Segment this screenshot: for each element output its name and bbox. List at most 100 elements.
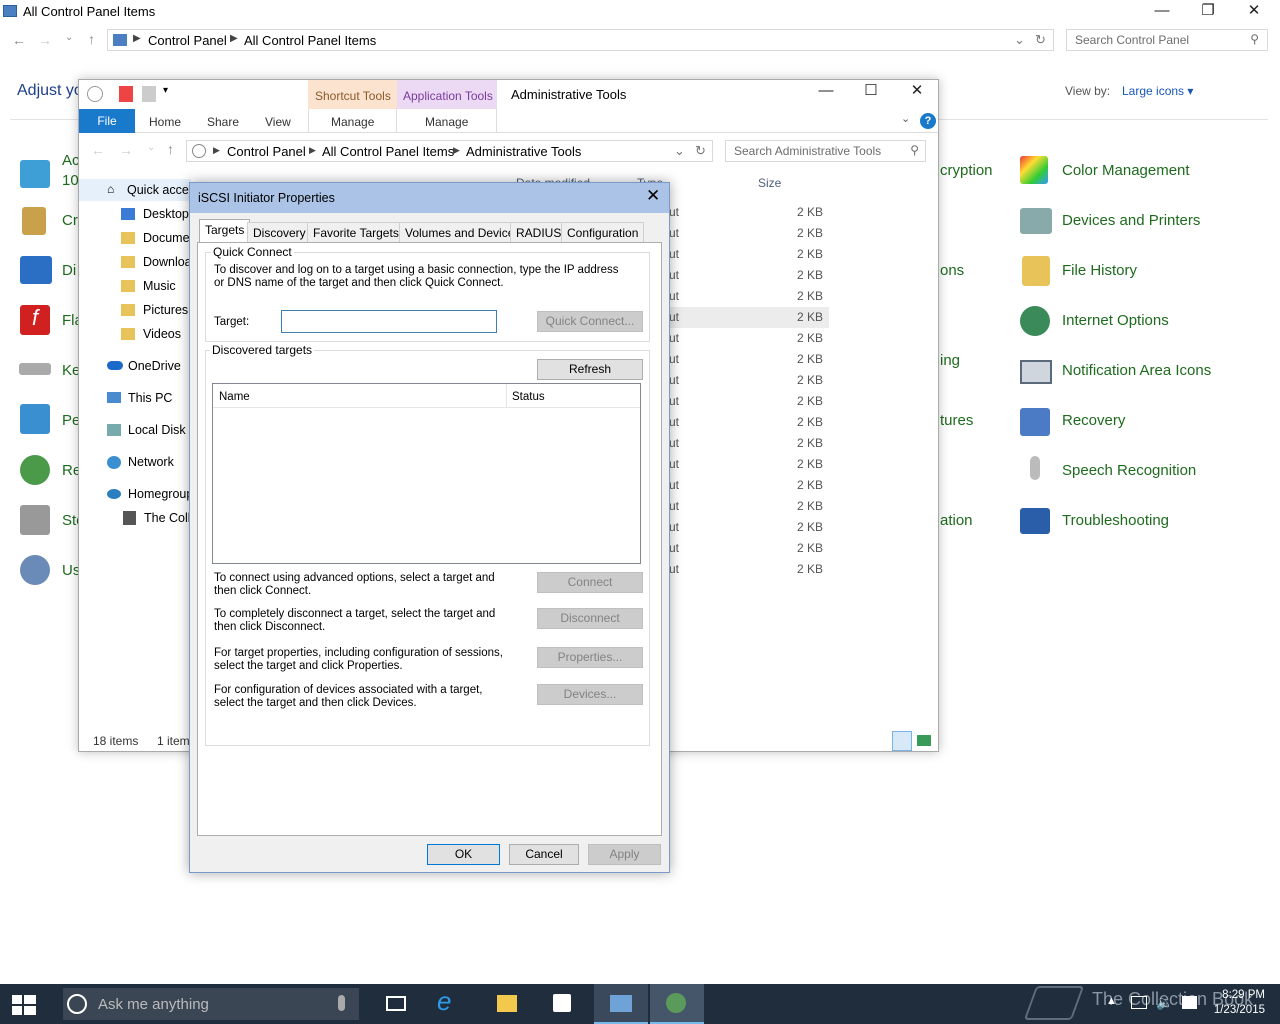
breadcrumb-control-panel[interactable]: Control Panel [148,33,227,48]
nav-item-quick-access[interactable]: ⌂ Quick acces [79,179,195,201]
cp-item-label[interactable]: Di [62,262,76,279]
file-row[interactable]: ut 2 KB [659,454,829,475]
close-button[interactable]: ✕ [894,80,940,104]
quick-connect-button[interactable]: Quick Connect... [537,311,643,332]
file-row[interactable]: ut 2 KB [659,223,829,244]
cp-item-label[interactable]: tures [940,412,973,429]
file-row[interactable]: ut 2 KB [659,433,829,454]
file-row[interactable]: ut 2 KB [659,538,829,559]
cp-item-label[interactable]: cryption [940,162,993,179]
network-tray-icon[interactable] [1131,996,1147,1009]
help-icon[interactable]: ? [920,113,936,129]
at-address-bar[interactable]: ▶ Control Panel ▶ All Control Panel Item… [186,140,713,162]
dropdown-chevron-icon[interactable]: ⌄ [674,143,685,159]
cp-item-label[interactable]: ing [940,352,960,369]
qat-dropdown-icon[interactable]: ▾ [163,85,168,96]
tab-file[interactable]: File [79,109,135,133]
file-row[interactable]: ut 2 KB [659,412,829,433]
details-view-icon[interactable] [892,731,912,751]
cp-item-label[interactable]: 10 [62,172,79,189]
taskbar-admin-tools[interactable] [650,984,704,1024]
column-name[interactable]: Name [219,391,250,404]
file-row[interactable]: ut 2 KB [659,328,829,349]
action-center-icon[interactable] [1182,996,1197,1009]
tab-favorite-targets[interactable]: Favorite Targets [307,222,405,242]
tab-configuration[interactable]: Configuration [561,222,645,242]
column-status[interactable]: Status [512,391,545,404]
cp-item-label[interactable]: Ac [62,152,80,169]
breadcrumb-admin-tools[interactable]: Administrative Tools [466,144,581,159]
file-row[interactable]: ut 2 KB [659,517,829,538]
tab-share[interactable]: Share [207,115,239,129]
tab-radius[interactable]: RADIUS [510,222,568,242]
file-row[interactable]: ut 2 KB [659,286,829,307]
show-hidden-icons[interactable]: ▲ [1106,995,1117,1007]
tab-manage-shortcut[interactable]: Manage [308,109,397,133]
maximize-button[interactable]: ☐ [848,80,894,104]
disconnect-button[interactable]: Disconnect [537,608,643,629]
file-row[interactable]: ut 2 KB [659,559,829,580]
recent-chevron-icon[interactable]: ⌄ [147,142,155,153]
refresh-icon[interactable]: ↻ [695,143,706,159]
close-icon[interactable]: ✕ [646,186,660,206]
breadcrumb-control-panel[interactable]: Control Panel [227,144,306,159]
file-row[interactable]: ut 2 KB [659,496,829,517]
tab-targets[interactable]: Targets [199,219,251,243]
edge-icon[interactable]: e [437,986,451,1017]
close-button[interactable]: ✕ [1231,0,1277,24]
tab-view[interactable]: View [265,115,291,129]
taskbar-control-panel[interactable] [594,984,648,1024]
view-by-dropdown[interactable]: Large icons ▾ [1122,84,1193,98]
apply-button[interactable]: Apply [588,844,661,865]
connect-button[interactable]: Connect [537,572,643,593]
target-input[interactable] [281,310,497,333]
start-button[interactable] [0,984,48,1024]
properties-icon[interactable] [119,86,133,102]
clock[interactable]: 8:29 PM 1/23/2015 [1205,988,1265,1018]
refresh-button[interactable]: Refresh [537,359,643,380]
new-folder-icon[interactable] [142,86,156,102]
back-icon[interactable]: ← [12,32,26,48]
up-icon[interactable]: ↑ [167,141,174,157]
refresh-icon[interactable]: ↻ [1035,32,1046,48]
breadcrumb-all-items[interactable]: All Control Panel Items [244,33,376,48]
devices-button[interactable]: Devices... [537,684,643,705]
properties-button[interactable]: Properties... [537,647,643,668]
task-view-icon[interactable] [386,996,406,1011]
minimize-button[interactable]: — [1139,0,1185,24]
column-size[interactable]: Size [758,176,781,190]
file-row[interactable]: ut 2 KB [659,265,829,286]
tab-manage-application[interactable]: Manage [397,109,497,133]
tab-discovery[interactable]: Discovery [247,222,312,242]
ok-button[interactable]: OK [427,844,500,865]
large-icons-view-icon[interactable] [917,735,931,746]
breadcrumb-all-items[interactable]: All Control Panel Items [322,144,454,159]
forward-icon[interactable]: → [119,142,133,158]
cancel-button[interactable]: Cancel [509,844,579,865]
cp-item-label[interactable]: Cr [62,212,78,229]
cp-item-label[interactable]: ation [940,512,973,529]
at-search-input[interactable]: Search Administrative Tools ⚲ [725,140,926,162]
discovered-targets-list[interactable]: Name Status [212,383,641,564]
file-row[interactable]: ut 2 KB [659,391,829,412]
file-row[interactable]: ut 2 KB [659,202,829,223]
up-icon[interactable]: ↑ [88,31,95,47]
microphone-icon[interactable] [338,995,345,1011]
file-row[interactable]: ut 2 KB [659,475,829,496]
tab-home[interactable]: Home [149,115,181,129]
maximize-button[interactable]: ❐ [1185,0,1231,24]
recent-chevron-icon[interactable]: ⌄ [65,32,73,43]
file-explorer-icon[interactable] [497,995,517,1012]
forward-icon[interactable]: → [38,32,52,48]
tab-volumes-and-devices[interactable]: Volumes and Devices [399,222,527,242]
minimize-button[interactable]: — [803,80,849,104]
file-row[interactable]: ut 2 KB [659,370,829,391]
volume-icon[interactable]: 🔈 [1156,994,1173,1011]
cp-item-label[interactable]: ons [940,262,964,279]
file-row[interactable]: ut 2 KB [659,244,829,265]
back-icon[interactable]: ← [91,142,105,158]
cortana-search-box[interactable]: Ask me anything [63,988,359,1020]
expand-ribbon-icon[interactable]: ⌄ [901,112,910,125]
file-row[interactable]: ut 2 KB [659,349,829,370]
dropdown-chevron-icon[interactable]: ⌄ [1014,32,1025,48]
